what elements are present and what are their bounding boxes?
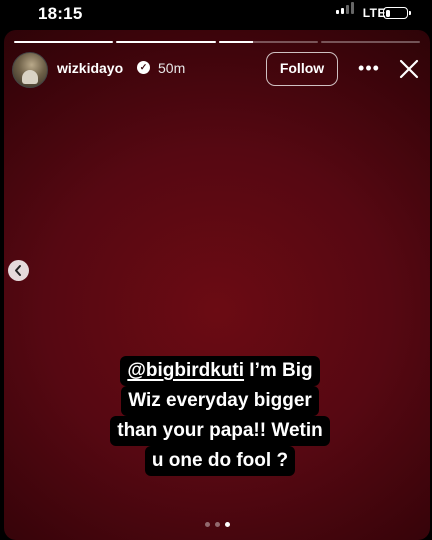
more-options-icon[interactable]: ••• <box>358 58 380 80</box>
caption-line-4: u one do fool ? <box>144 446 296 476</box>
username[interactable]: wizkidayo <box>57 60 123 76</box>
story-progress-fill <box>14 41 114 43</box>
close-icon[interactable] <box>398 58 420 80</box>
caption-line-1-text: I’m Big <box>244 360 313 381</box>
battery-level <box>385 9 391 17</box>
chevron-left-icon <box>15 265 21 276</box>
story-progress-fill <box>218 41 254 43</box>
story-caption: @bigbirdkuti I’m Big Wiz everyday bigger… <box>86 356 354 476</box>
verified-badge-icon: ✓ <box>137 61 150 74</box>
story-progress-segment <box>116 41 216 43</box>
story-progress-segment <box>320 41 420 43</box>
story-progress-bar <box>14 41 420 44</box>
status-bar: 18:15 LTE <box>0 0 432 28</box>
caption-line-2: Wiz everyday bigger <box>121 386 319 416</box>
story-header: wizkidayo ✓ 50m Follow ••• <box>4 50 430 90</box>
time-ago: 50m <box>158 60 186 76</box>
story-progress-segment <box>218 41 318 43</box>
caption-line-3: than your papa!! Wetin <box>110 416 330 446</box>
previous-story-button[interactable] <box>8 260 29 281</box>
signal-icon <box>336 2 354 14</box>
story-progress-segment <box>14 41 114 43</box>
avatar[interactable] <box>12 52 48 88</box>
page-dot <box>214 522 220 527</box>
caption-mention[interactable]: @bigbirdkuti <box>127 360 244 381</box>
follow-button[interactable]: Follow <box>266 52 338 86</box>
page-dot <box>224 522 230 527</box>
page-dot <box>204 522 210 527</box>
story-viewer[interactable]: wizkidayo ✓ 50m Follow ••• @bigbirdkuti … <box>4 30 430 540</box>
caption-line-1: @bigbirdkuti I’m Big <box>120 356 320 386</box>
battery-icon <box>383 7 411 19</box>
status-time: 18:15 <box>38 4 83 23</box>
story-progress-fill <box>116 41 216 43</box>
story-page-dots <box>4 522 430 527</box>
